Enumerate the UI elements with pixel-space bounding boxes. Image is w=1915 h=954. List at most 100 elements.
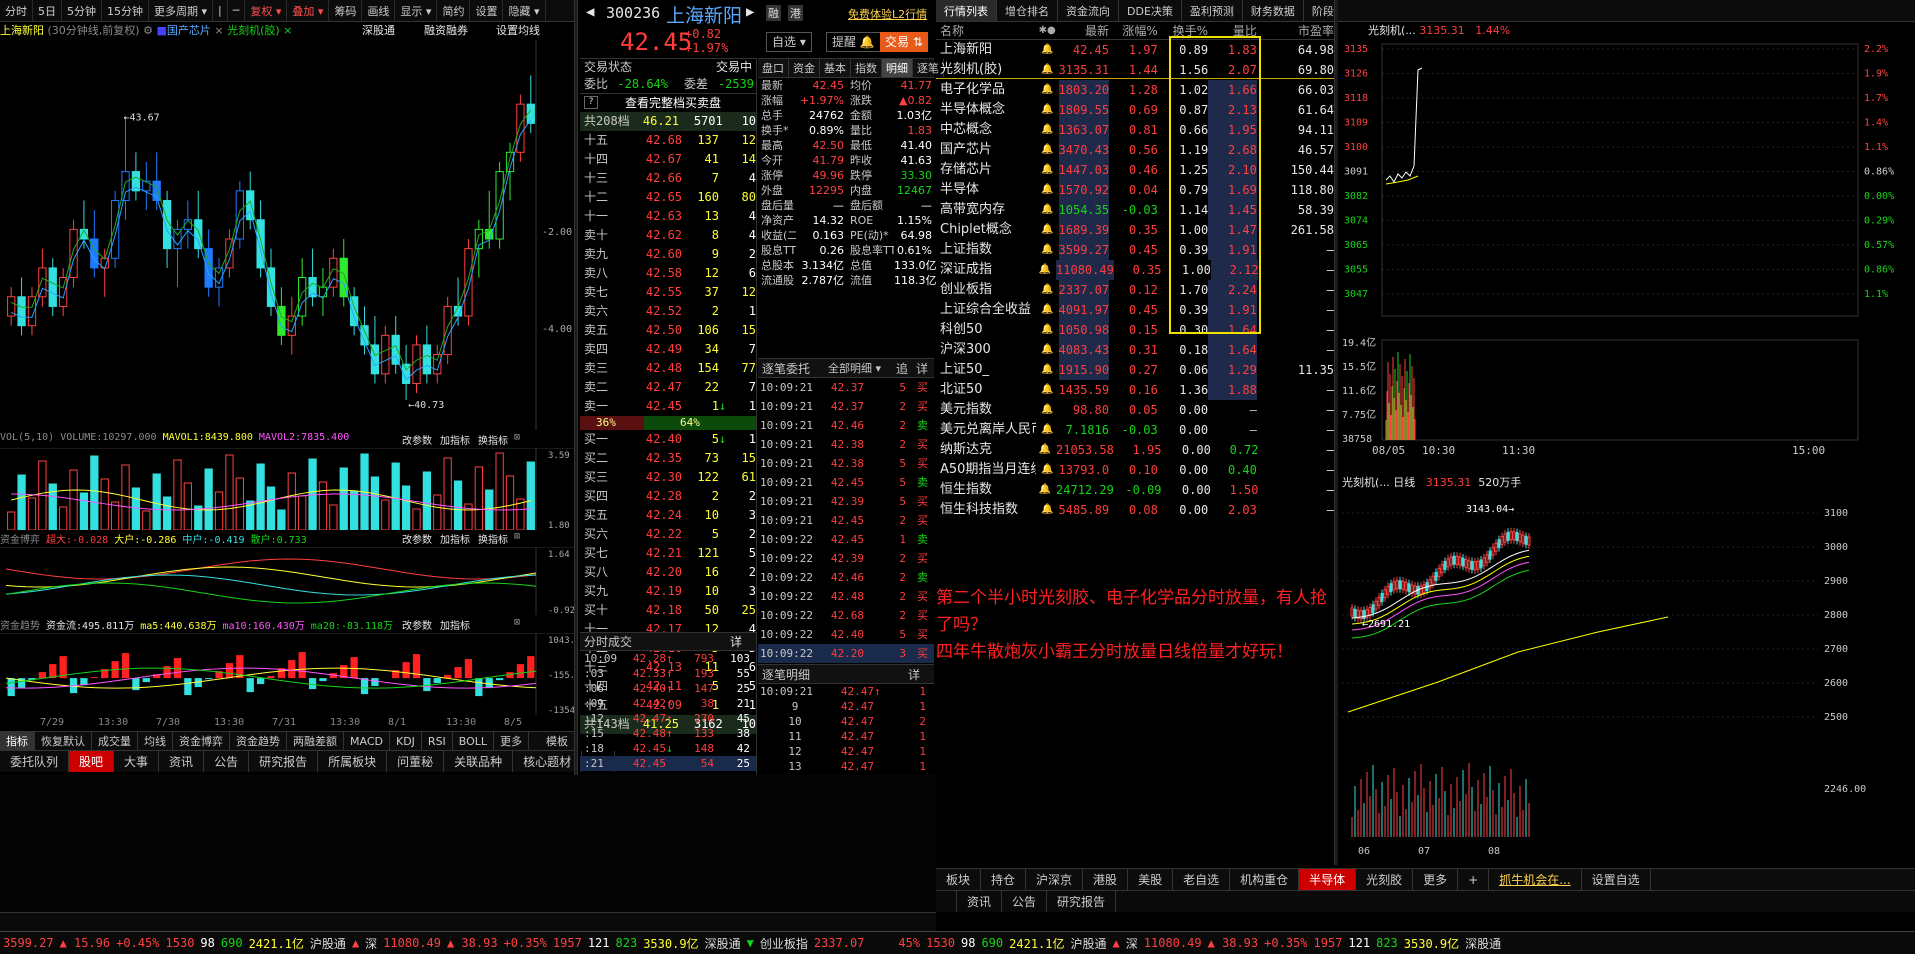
toolbar-item[interactable]: 分时 [0, 0, 33, 21]
btn-add-indicator[interactable]: 加指标 [440, 531, 470, 546]
btn-shengutong[interactable]: 深股通 [362, 22, 395, 38]
toolbar-item[interactable]: 筹码 [329, 0, 363, 21]
indicator-tab[interactable]: 资金趋势 [230, 732, 287, 750]
panel-divider[interactable] [574, 0, 578, 775]
bid-level[interactable]: 买七 42.21 121 5 [580, 544, 756, 563]
toolbar-item[interactable]: 更多周期 ▾ [149, 0, 214, 21]
indicator-tab[interactable]: 更多 [494, 732, 530, 750]
order-flow-detail-button[interactable]: 详 [912, 359, 932, 377]
bid-level[interactable]: 买五 42.24 10 3 [580, 506, 756, 525]
btn-rzrq[interactable]: 融资融券 [424, 22, 468, 38]
news-tab[interactable]: 资讯 [957, 891, 1003, 912]
toolbar-item[interactable]: 叠加 ▾ [287, 0, 330, 21]
bell-icon[interactable]: 🔔 [1036, 160, 1059, 180]
market-bottom-tab[interactable]: 机构重仓 [1230, 869, 1300, 890]
indicator-tab[interactable]: RSI [422, 732, 453, 750]
ask-level[interactable]: 十四 42.67 41 14 [580, 150, 756, 169]
market-row[interactable]: 美元指数 🔔 98.80 0.05 0.00 — — [936, 400, 1334, 420]
market-tab[interactable]: 增仓排名 [997, 0, 1058, 21]
market-row[interactable]: Chiplet概念 🔔 1689.39 0.35 1.00 1.47 261.58 [936, 220, 1334, 240]
news-tab[interactable]: 公告 [1002, 891, 1048, 912]
indicator-tab[interactable]: BOLL [453, 732, 495, 750]
btn-change-param[interactable]: 改参数 [402, 432, 432, 447]
toolbar-item[interactable]: 复权 ▾ [245, 0, 288, 21]
btn-switch-indicator[interactable]: 换指标 [478, 432, 508, 447]
col-price[interactable]: 最新 [1059, 22, 1109, 39]
ask-level[interactable]: 卖一 42.45 1 ↓ 1 [580, 397, 756, 416]
bottom-tab[interactable]: 核心题材 [513, 751, 583, 772]
market-row[interactable]: 上证指数 🔔 3599.27 0.45 0.39 1.91— [936, 240, 1334, 260]
btn-ma-settings[interactable]: 设置均线 [496, 22, 540, 38]
market-bottom-tab[interactable]: 持仓 [981, 869, 1027, 890]
market-row[interactable]: 上证50_ 🔔 1915.90 0.27 0.06 1.29 11.35 [936, 360, 1334, 380]
add-watchlist-button[interactable]: 自选 ▾ [766, 32, 812, 52]
intraday-mini-chart[interactable]: 3135 3126 3118 3109 3100 3091 3082 3074 3065 3055… [1338, 40, 1915, 470]
market-row[interactable]: 半导体概念 🔔 1809.55 0.69 0.87 2.13 61.64 [936, 100, 1334, 120]
bottom-tab[interactable]: 关联品种 [444, 751, 514, 772]
daily-mini-chart[interactable]: 3100 3000 2900 2800 2700 2600 2500 2246.00 3143.… [1338, 492, 1915, 866]
market-row[interactable]: 半导体 🔔 1570.92 0.04 0.79 1.69 118.80 [936, 180, 1334, 200]
bell-icon[interactable]: 🔔 [1036, 60, 1059, 80]
bell-icon[interactable]: 🔔 [1036, 360, 1059, 380]
market-row[interactable]: A50期指当月连续 🔔 13793.0 0.10 0.00 0.40 — [936, 460, 1334, 480]
toolbar-item[interactable]: 画线 [362, 0, 396, 21]
ask-level[interactable]: 卖八 42.58 12 6 [580, 264, 756, 283]
market-row[interactable]: 光刻机(胶) 🔔 3135.31 1.44 1.56 2.07 69.80 [936, 60, 1334, 80]
market-row[interactable]: 沪深300 🔔 4083.43 0.31 0.18 1.64 — [936, 340, 1334, 360]
market-bottom-tab[interactable]: 抓牛机会在... [1489, 869, 1582, 890]
ask-level[interactable]: 卖七 42.55 37 12 [580, 283, 756, 302]
bid-level[interactable]: 买三 42.30 122 61 [580, 468, 756, 487]
settings-icon[interactable]: ⚙ [143, 24, 153, 37]
market-row[interactable]: 深证成指 🔔 11080.49 0.35 1.00 2.12— [936, 260, 1334, 280]
stats-tab[interactable]: 基本 [820, 59, 851, 77]
market-bottom-tab[interactable]: 老自选 [1173, 869, 1231, 890]
market-bottom-tab[interactable]: 板块 [936, 869, 982, 890]
market-tab[interactable]: 行情列表 [936, 0, 997, 21]
market-row[interactable]: 上证综合全收益 🔔 4091.97 0.45 0.39 1.91— [936, 300, 1334, 320]
bottom-tab[interactable]: 公告 [204, 751, 250, 772]
indicator-tab[interactable]: 成交量 [92, 732, 138, 750]
bid-level[interactable]: 买八 42.20 16 2 [580, 563, 756, 582]
col-pe[interactable]: 市盈率 [1257, 22, 1334, 39]
close-icon[interactable]: ⊠ [514, 432, 520, 443]
chart-mode[interactable]: (30分钟线,前复权) [48, 24, 140, 37]
ask-level[interactable]: 十五 42.68 137 12 [580, 131, 756, 150]
next-stock-icon[interactable]: ▶ [746, 4, 754, 20]
bell-icon[interactable]: 🔔 [1036, 180, 1059, 200]
market-row[interactable]: 中芯概念 🔔 1363.07 0.81 0.66 1.95 94.11 [936, 120, 1334, 140]
order-flow-filter[interactable]: 全部明细 ▾ [828, 359, 892, 377]
bell-icon[interactable]: 🔔 [1036, 420, 1059, 440]
alert-button[interactable]: 提醒 🔔 [826, 32, 881, 52]
indicator-tab[interactable]: 两融差额 [287, 732, 344, 750]
bell-icon[interactable]: 🔔 [1036, 380, 1059, 400]
trade-button[interactable]: 交易 ⇅ [880, 32, 928, 52]
bottom-tab[interactable]: 股吧 [69, 751, 115, 772]
bell-icon[interactable]: 🔔 [1036, 320, 1059, 340]
ask-level[interactable]: 卖十 42.62 8 4 [580, 226, 756, 245]
market-tab[interactable]: DDE决策 [1119, 0, 1182, 21]
col-name[interactable]: 名称 [936, 22, 1036, 39]
toolbar-item[interactable]: 设置 [470, 0, 504, 21]
bell-icon[interactable]: 🔔 [1036, 340, 1059, 360]
overlay-1[interactable]: 国产芯片 [167, 24, 211, 37]
stats-tab[interactable]: 指数 [851, 59, 882, 77]
close-icon[interactable]: × [214, 24, 223, 37]
toolbar-item[interactable]: 15分钟 [102, 0, 149, 21]
market-row[interactable]: 创业板指 🔔 2337.07 0.12 1.70 2.24— [936, 280, 1334, 300]
market-bottom-tab[interactable]: 美股 [1128, 869, 1174, 890]
full-book-button[interactable]: 查看完整档买卖盘 [598, 94, 748, 112]
market-tab[interactable]: 财务数据 [1243, 0, 1304, 21]
btn-switch-indicator[interactable]: 换指标 [478, 531, 508, 546]
kline-chart[interactable]: ←43.67 ←40.73 -2.00 -4.00 [0, 40, 574, 430]
market-bottom-tab[interactable]: 沪深京 [1026, 869, 1084, 890]
bottom-tab[interactable]: 委托队列 [0, 751, 70, 772]
market-row[interactable]: 高带宽内存 🔔 1054.35 -0.03 1.14 1.45 58.39 [936, 200, 1334, 220]
trade-detail-button[interactable]: 详 [908, 665, 928, 683]
toolbar-item[interactable]: 隐藏 ▾ [503, 0, 546, 21]
market-row[interactable]: 恒生指数 🔔 24712.29 -0.09 0.00 1.50 — [936, 480, 1334, 500]
bell-icon[interactable]: 🔔 [1034, 480, 1056, 500]
toolbar-item[interactable]: 5分钟 [62, 0, 102, 21]
ask-level[interactable]: 卖六 42.52 2 1 [580, 302, 756, 321]
news-tab[interactable]: 研究报告 [1047, 891, 1117, 912]
market-row[interactable]: 科创50 🔔 1050.98 0.15 0.30 1.64— [936, 320, 1334, 340]
